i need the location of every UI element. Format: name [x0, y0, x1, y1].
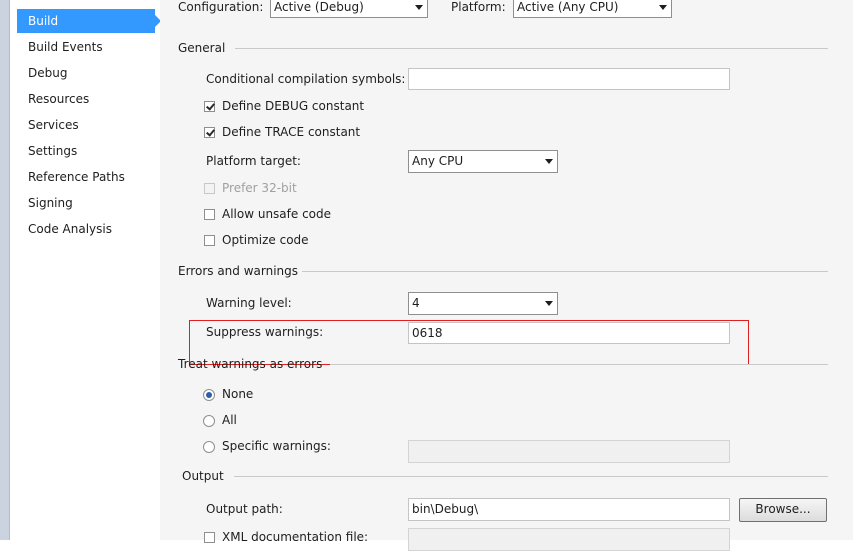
sidebar-item-services[interactable]: Services [17, 113, 155, 137]
warning-level-value: 4 [412, 296, 420, 310]
allow-unsafe-checkbox[interactable] [204, 209, 215, 220]
browse-button[interactable]: Browse... [739, 498, 827, 522]
treat-all-radio[interactable] [203, 415, 215, 427]
section-output-title: Output [182, 469, 224, 483]
define-debug-label: Define DEBUG constant [222, 99, 365, 113]
divider [234, 476, 828, 477]
allow-unsafe-label: Allow unsafe code [222, 207, 332, 221]
platform-target-dropdown[interactable]: Any CPU [408, 150, 558, 173]
treat-none-radio[interactable] [203, 389, 215, 401]
section-errors-title: Errors and warnings [178, 264, 299, 278]
platform-label: Platform: [451, 0, 506, 14]
platform-value: Active (Any CPU) [517, 0, 619, 14]
define-trace-checkbox[interactable] [204, 127, 215, 138]
optimize-code-checkbox[interactable] [204, 235, 215, 246]
sidebar-item-build-events[interactable]: Build Events [17, 35, 155, 59]
sidebar-item-reference-paths[interactable]: Reference Paths [17, 165, 155, 189]
prefer-32bit-checkbox[interactable] [204, 183, 215, 194]
treat-specific-label: Specific warnings: [222, 439, 331, 453]
treat-all-label: All [222, 413, 237, 427]
chevron-down-icon [659, 5, 667, 10]
output-path-label: Output path: [206, 502, 283, 516]
conditional-symbols-label: Conditional compilation symbols: [206, 72, 406, 86]
platform-target-value: Any CPU [412, 154, 464, 168]
section-treat-title: Treat warnings as errors [178, 357, 323, 371]
section-general-title: General [178, 41, 226, 55]
chevron-down-icon [545, 159, 553, 164]
sidebar-item-signing[interactable]: Signing [17, 191, 155, 215]
warning-level-label: Warning level: [206, 296, 292, 310]
define-trace-label: Define TRACE constant [222, 125, 361, 139]
sidebar-item-resources[interactable]: Resources [17, 87, 155, 111]
optimize-code-label: Optimize code [222, 233, 309, 247]
conditional-symbols-input[interactable] [408, 68, 730, 90]
warning-level-dropdown[interactable]: 4 [408, 292, 558, 315]
divider [302, 271, 828, 272]
configuration-value: Active (Debug) [274, 0, 364, 14]
treat-none-label: None [222, 387, 254, 401]
sidebar-item-build[interactable]: Build [17, 9, 161, 33]
prefer-32bit-label: Prefer 32-bit [222, 181, 297, 195]
sidebar-item-application[interactable] [17, 0, 155, 8]
specific-warnings-input[interactable] [408, 440, 730, 463]
build-properties-panel: Configuration: Active (Debug) Platform: … [160, 0, 853, 551]
left-edge-strip [0, 0, 10, 540]
chevron-down-icon [415, 5, 423, 10]
platform-target-label: Platform target: [206, 154, 301, 168]
sidebar: Build Build Events Debug Resources Servi… [10, 0, 161, 540]
sidebar-item-debug[interactable]: Debug [17, 61, 155, 85]
xml-doc-label: XML documentation file: [222, 530, 369, 544]
output-path-input[interactable]: bin\Debug\ [408, 498, 730, 521]
configuration-dropdown[interactable]: Active (Debug) [270, 0, 428, 18]
divider [330, 364, 828, 365]
chevron-down-icon [545, 301, 553, 306]
divider [235, 48, 828, 49]
configuration-label: Configuration: [178, 0, 264, 14]
sidebar-item-code-analysis[interactable]: Code Analysis [17, 217, 155, 241]
sidebar-item-settings[interactable]: Settings [17, 139, 155, 163]
treat-specific-radio[interactable] [203, 441, 215, 453]
define-debug-checkbox[interactable] [204, 101, 215, 112]
platform-dropdown[interactable]: Active (Any CPU) [513, 0, 672, 18]
xml-doc-checkbox[interactable] [204, 532, 215, 543]
